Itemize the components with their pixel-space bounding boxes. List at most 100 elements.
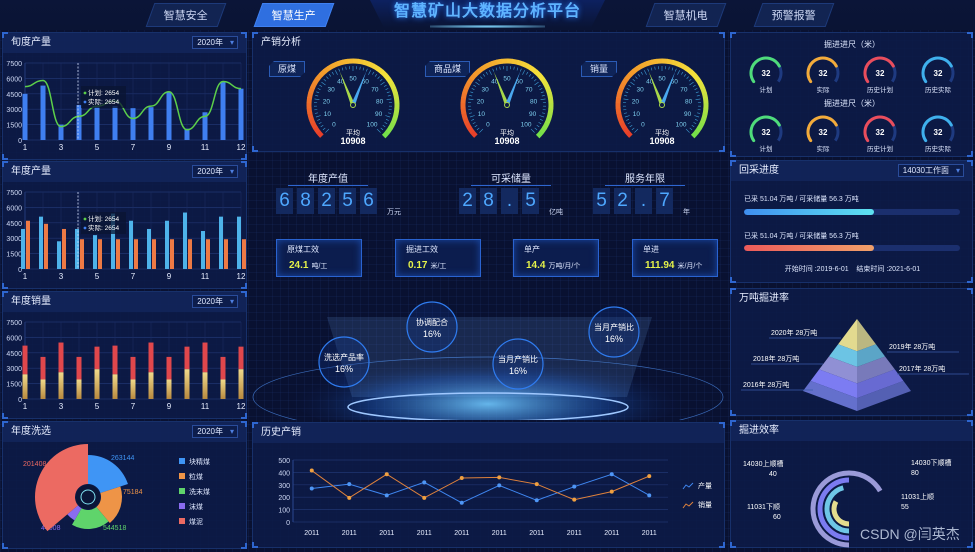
year-select[interactable]: 2020年 — [192, 295, 238, 308]
panel-excavation-footage: 掘进进尺（米） 32 计划 32 实际 32 历史计划 32 历史实际 掘进进尺（米） 32 计划 32… — [730, 32, 973, 157]
bar-top — [166, 356, 172, 380]
data-point — [422, 480, 427, 485]
bar — [116, 239, 120, 269]
data-point — [609, 472, 614, 477]
tab-smart-electromechanical[interactable]: 智慧机电 — [645, 3, 727, 27]
tab-warning-alarm[interactable]: 预警报警 — [753, 3, 835, 27]
gauge-tick — [534, 81, 539, 86]
x-tick-label: 1 — [23, 402, 28, 411]
gauge-tick — [522, 70, 525, 75]
gauge-tick — [495, 67, 498, 71]
gauge-avg-value: 10908 — [340, 136, 365, 146]
data-point — [647, 474, 652, 479]
digit: 6 — [276, 188, 293, 214]
y-tick-label: 6000 — [6, 335, 22, 342]
gauge-arc-segment — [462, 117, 470, 125]
y-tick-label: 0 — [18, 138, 22, 145]
gauge-arc-segment — [318, 69, 327, 77]
gauge-tick — [539, 115, 545, 118]
tab-smart-production[interactable]: 智慧生产 — [253, 3, 335, 27]
gauge-tick — [480, 76, 483, 79]
digit: 5 — [339, 188, 356, 214]
gauge-arc-segment — [694, 126, 702, 135]
gauge-tick — [530, 128, 535, 133]
gauge-arc-segment — [308, 117, 316, 125]
gauge-tick — [627, 122, 631, 125]
bar-top — [40, 356, 46, 380]
year-select[interactable]: 2020年 — [192, 36, 238, 49]
metric-value-row: 14.4 万吨/月/个 — [514, 255, 598, 271]
gauge-tick — [654, 66, 656, 70]
year-select[interactable]: 2020年 — [192, 425, 238, 438]
gauge-arc-segment — [615, 97, 622, 104]
data-point — [459, 475, 464, 480]
x-tick-label: 3 — [59, 402, 64, 411]
year-select[interactable]: 2020年 — [192, 165, 238, 178]
gauge-arc-segment — [619, 121, 627, 130]
y-tick-label: 3000 — [6, 236, 22, 243]
bar-bottom — [94, 369, 100, 399]
gauge-tick-label: 0 — [641, 122, 645, 129]
gauge-tick-label: 50 — [503, 76, 511, 83]
orb-label: 当月产销比 — [594, 322, 634, 332]
gauge-arc-segment — [460, 107, 467, 115]
x-tick-label: 7 — [131, 272, 136, 281]
gauge-tick — [325, 128, 330, 133]
gauge-arc-segment — [379, 69, 388, 78]
gauge-tick — [476, 127, 480, 131]
gauge-arc-segment — [671, 59, 679, 67]
gauge-tick — [382, 124, 386, 128]
gauge-tick — [492, 68, 495, 72]
tab-smart-safety[interactable]: 智慧安全 — [145, 3, 227, 27]
gauge-tick — [335, 70, 338, 75]
gauge-arc-segment — [622, 126, 630, 134]
ring-value: 32 — [762, 128, 771, 137]
x-tick-label: 2011 — [604, 530, 619, 537]
gauge-arc-segment — [621, 77, 629, 85]
tooltip-actual: 实际: 2654 — [88, 223, 119, 232]
ring-value: 55 — [901, 504, 909, 511]
legend-swatch — [179, 473, 185, 479]
gauge-tick — [694, 115, 700, 118]
gauge-tick — [499, 66, 501, 70]
orb-value: 16% — [335, 364, 353, 374]
pyramid-label: 2017年 28万吨 — [899, 364, 945, 373]
panel-title: 历史产销 — [253, 423, 724, 443]
metric-value: 14.4 — [526, 260, 546, 271]
digit: 5 — [593, 188, 610, 214]
bar — [134, 239, 138, 269]
gauge-tick — [631, 127, 635, 131]
tab-label: 智慧机电 — [663, 10, 708, 22]
y-tick-label: 1500 — [6, 382, 22, 389]
gauge-tick — [624, 95, 628, 97]
tooltip-actual: 实际: 2654 — [88, 97, 119, 106]
y-tick-label: 7500 — [6, 320, 22, 327]
gauge-arc-segment — [535, 130, 544, 139]
workface-select[interactable]: 14030工作面 — [897, 164, 964, 177]
gauge-tick — [317, 88, 321, 90]
gauge-tick — [668, 66, 670, 70]
gauge-tick — [377, 76, 380, 79]
bar-top — [130, 356, 136, 380]
x-tick-label: 2011 — [342, 530, 357, 537]
gauge-tick-label: 100 — [521, 122, 532, 129]
y-tick-label: 1500 — [6, 123, 22, 130]
ring-name: 11031上顺 — [901, 492, 934, 501]
gauge-arc-segment — [546, 92, 554, 100]
ring-value: 80 — [911, 470, 919, 477]
gauge-arc-segment — [624, 72, 632, 81]
gauge-arc-segment — [631, 65, 640, 74]
gauge-tick — [519, 68, 522, 72]
gauge-tick — [695, 98, 701, 100]
gauge-tick — [691, 124, 695, 128]
x-tick-label: 3 — [59, 143, 64, 152]
gauge-arc-segment — [462, 86, 469, 94]
gauge-tick-label: 0 — [332, 122, 336, 129]
gauge-tick — [626, 119, 630, 121]
bar-bottom — [166, 379, 172, 399]
data-point — [534, 482, 539, 487]
gauge-tick — [688, 78, 692, 82]
tab-label: 智慧安全 — [163, 10, 208, 22]
gauge-arc-segment — [313, 126, 321, 134]
gauge-arc-segment — [460, 97, 467, 104]
